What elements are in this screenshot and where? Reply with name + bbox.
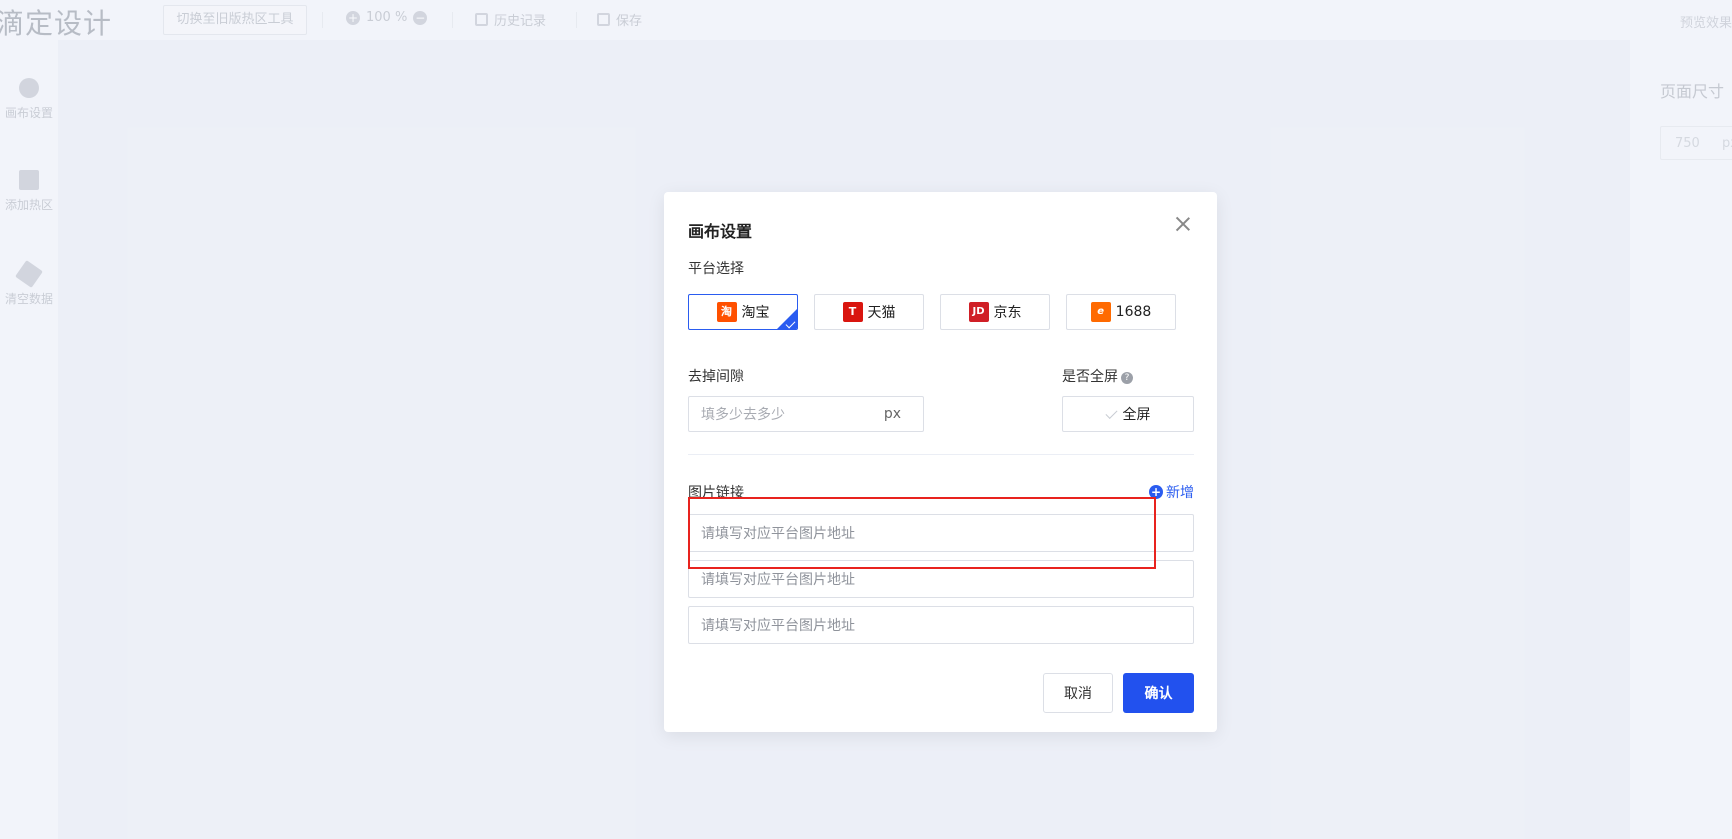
platform-option-jd[interactable]: JD 京东	[940, 294, 1050, 330]
image-url-input-2[interactable]	[699, 561, 1183, 599]
gap-label: 去掉间隙	[688, 369, 744, 385]
tmall-icon: T	[842, 302, 863, 322]
platform-name: 淘宝	[741, 305, 770, 321]
platform-option-tmall[interactable]: T 天猫	[814, 294, 924, 330]
fullscreen-button-label: 全屏	[1122, 407, 1151, 423]
canvas-settings-dialog: 画布设置 平台选择 淘 淘宝 T 天猫 JD 京东 e 1688 去掉间隙 px…	[664, 192, 1217, 732]
image-link-label: 图片链接	[688, 485, 744, 501]
fullscreen-label: 是否全屏	[1062, 369, 1118, 385]
taobao-icon: 淘	[716, 302, 737, 322]
image-url-input-1[interactable]	[699, 515, 1183, 553]
fullscreen-label-row: 是否全屏?	[1062, 366, 1133, 386]
gap-unit: px	[883, 406, 901, 422]
platform-name: 天猫	[867, 305, 896, 321]
fullscreen-toggle-button[interactable]: 全屏	[1062, 396, 1194, 432]
platform-label: 平台选择	[688, 261, 744, 277]
section-divider	[688, 454, 1194, 455]
image-url-field-wrapper	[688, 560, 1194, 599]
cancel-button[interactable]: 取消	[1043, 673, 1113, 713]
confirm-button[interactable]: 确认	[1123, 673, 1194, 713]
close-icon[interactable]	[1175, 216, 1191, 232]
add-label: 新增	[1166, 485, 1194, 501]
help-icon[interactable]: ?	[1121, 372, 1133, 384]
platform-option-taobao[interactable]: 淘 淘宝	[688, 294, 798, 330]
gap-input[interactable]	[699, 397, 873, 433]
image-url-field-wrapper	[688, 606, 1194, 645]
dialog-title: 画布设置	[688, 222, 753, 241]
gap-input-wrapper: px	[688, 396, 924, 433]
plus-circle-icon: +	[1149, 485, 1163, 499]
image-url-field-wrapper	[688, 514, 1194, 553]
check-icon	[1104, 406, 1118, 419]
platform-name: 京东	[993, 305, 1022, 321]
platform-option-1688[interactable]: e 1688	[1066, 294, 1176, 330]
alibaba-1688-icon: e	[1090, 302, 1111, 322]
jd-icon: JD	[968, 302, 989, 322]
image-url-input-3[interactable]	[699, 607, 1183, 645]
platform-name: 1688	[1115, 304, 1152, 320]
add-image-link-button[interactable]: + 新增	[1149, 482, 1194, 502]
